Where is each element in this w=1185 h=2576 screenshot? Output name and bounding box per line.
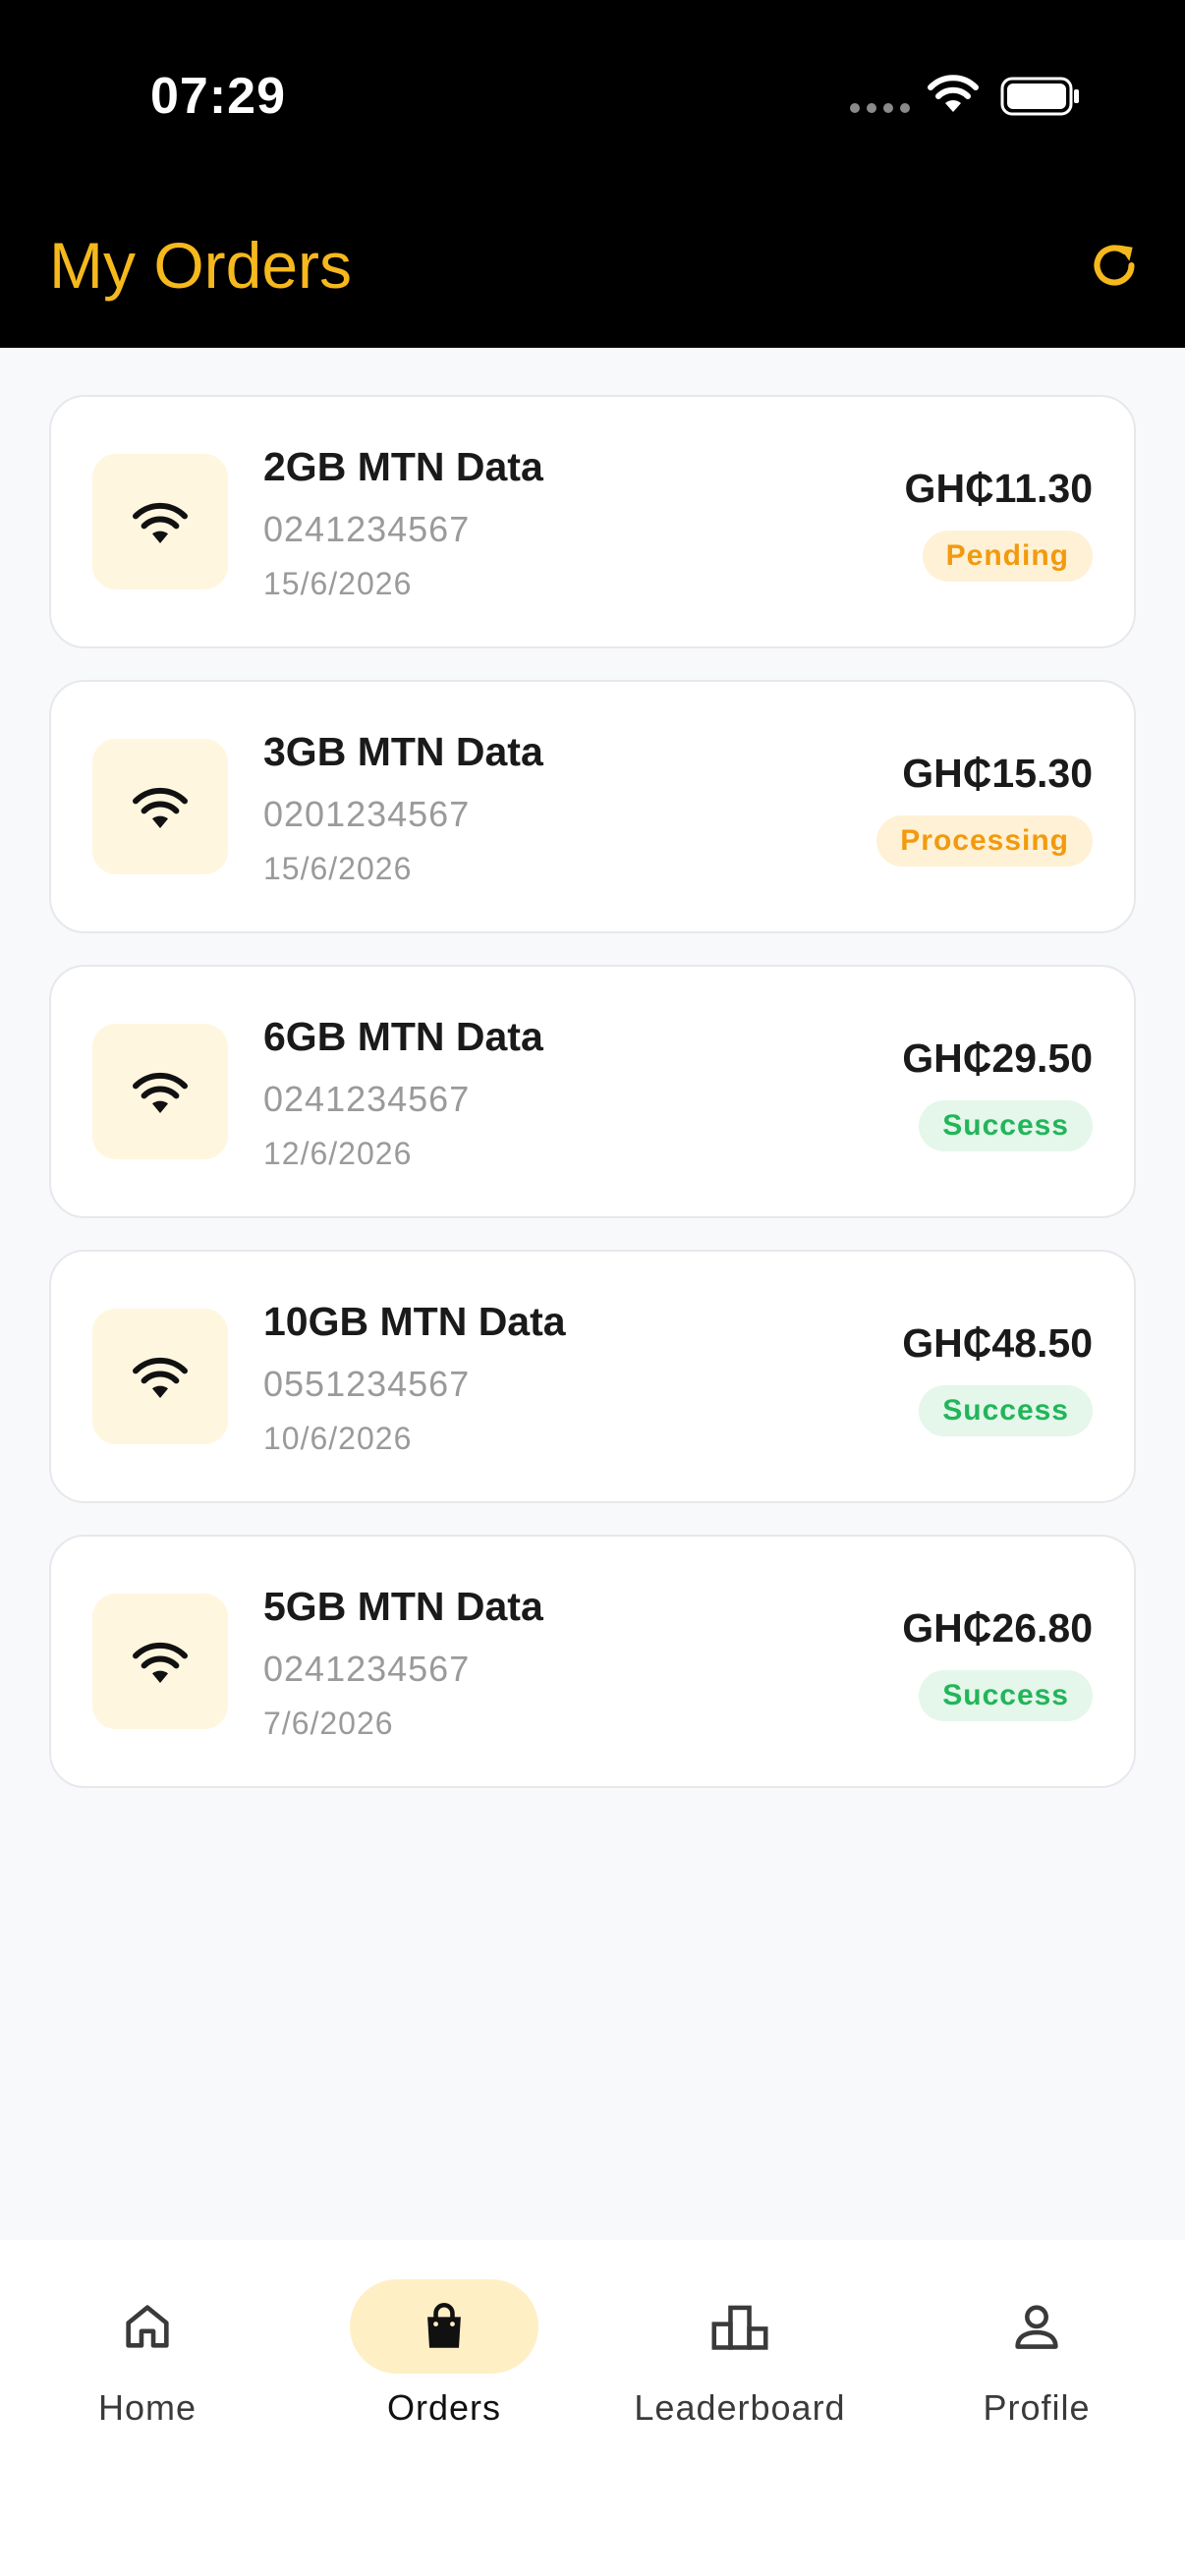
order-card[interactable]: 10GB MTN Data 0551234567 10/6/2026 GH₵48.50…: [49, 1250, 1136, 1503]
nav-home-icon-wrap: [53, 2279, 242, 2374]
battery-icon: [1000, 77, 1079, 116]
order-icon-tile: [92, 1594, 228, 1729]
order-icon-tile: [92, 1024, 228, 1159]
status-badge: Success: [919, 1100, 1093, 1151]
order-card[interactable]: 5GB MTN Data 0241234567 7/6/2026 GH₵26.80 Su…: [49, 1535, 1136, 1788]
order-card[interactable]: 6GB MTN Data 0241234567 12/6/2026 GH₵29.50 S…: [49, 965, 1136, 1218]
order-card[interactable]: 2GB MTN Data 0241234567 15/6/2026 GH₵11.30 P…: [49, 395, 1136, 648]
order-phone: 0241234567: [263, 509, 471, 549]
order-date: 12/6/2026: [263, 1136, 413, 1171]
order-phone: 0201234567: [263, 794, 471, 834]
wifi-icon: [133, 787, 188, 828]
order-date: 7/6/2026: [263, 1706, 394, 1741]
orders-list: 2GB MTN Data 0241234567 15/6/2026 GH₵11.30 P…: [49, 395, 1136, 1788]
status-badge: Processing: [876, 815, 1093, 867]
nav-profile-label: Profile: [983, 2387, 1091, 2428]
order-title: 5GB MTN Data: [263, 1584, 543, 1629]
cellular-signal-icon: [850, 103, 910, 113]
order-date: 15/6/2026: [263, 851, 413, 886]
wifi-status-icon: [928, 75, 979, 112]
nav-profile-icon-wrap: [942, 2279, 1131, 2374]
nav-orders-label: Orders: [386, 2387, 502, 2428]
nav-item-profile[interactable]: Profile: [889, 2279, 1184, 2446]
app-header: 07:29 My Orders: [0, 0, 1185, 348]
order-title: 6GB MTN Data: [263, 1014, 543, 1059]
bottom-navigation: Home Orders Leaderboard Profile: [0, 2240, 1185, 2576]
refresh-icon: [1094, 245, 1135, 286]
order-title: 3GB MTN Data: [263, 729, 543, 774]
nav-leaderboard-icon-wrap: [646, 2279, 834, 2374]
order-icon-tile: [92, 454, 228, 589]
status-badge: Success: [919, 1670, 1093, 1721]
page-title: My Orders: [49, 229, 353, 302]
home-icon: [126, 2305, 169, 2348]
wifi-icon: [133, 502, 188, 543]
orders-screen: 07:29 My Orders 2GB MTN Data 0241234567 15…: [0, 0, 1185, 2576]
order-phone: 0241234567: [263, 1079, 471, 1119]
status-badge: Success: [919, 1385, 1093, 1436]
nav-orders-icon-wrap: [350, 2279, 538, 2374]
wifi-icon: [133, 1357, 188, 1398]
wifi-icon: [133, 1642, 188, 1683]
order-title: 10GB MTN Data: [263, 1299, 566, 1344]
order-title: 2GB MTN Data: [263, 444, 543, 489]
status-badge: Pending: [922, 531, 1093, 582]
nav-home-label: Home: [97, 2387, 198, 2428]
nav-item-leaderboard[interactable]: Leaderboard: [592, 2279, 887, 2446]
order-price: GH₵48.50: [902, 1320, 1093, 1366]
nav-item-home[interactable]: Home: [0, 2279, 295, 2446]
order-icon-tile: [92, 739, 228, 874]
order-price: GH₵26.80: [902, 1605, 1093, 1651]
order-price: GH₵29.50: [902, 1036, 1093, 1081]
order-date: 10/6/2026: [263, 1421, 413, 1456]
nav-item-orders[interactable]: Orders: [297, 2279, 592, 2446]
status-time: 07:29: [150, 68, 286, 125]
order-price: GH₵11.30: [904, 466, 1093, 511]
nav-leaderboard-label: Leaderboard: [634, 2387, 846, 2428]
order-phone: 0241234567: [263, 1649, 471, 1689]
order-price: GH₵15.30: [902, 751, 1093, 796]
leaderboard-icon: [711, 2305, 768, 2350]
order-icon-tile: [92, 1309, 228, 1444]
order-card[interactable]: 3GB MTN Data 0201234567 15/6/2026 GH₵15.30 P…: [49, 680, 1136, 933]
wifi-icon: [133, 1072, 188, 1113]
order-phone: 0551234567: [263, 1364, 471, 1404]
order-date: 15/6/2026: [263, 566, 413, 601]
profile-icon: [1015, 2305, 1058, 2349]
shopping-bag-icon: [427, 2303, 461, 2348]
refresh-button[interactable]: [1085, 236, 1144, 295]
